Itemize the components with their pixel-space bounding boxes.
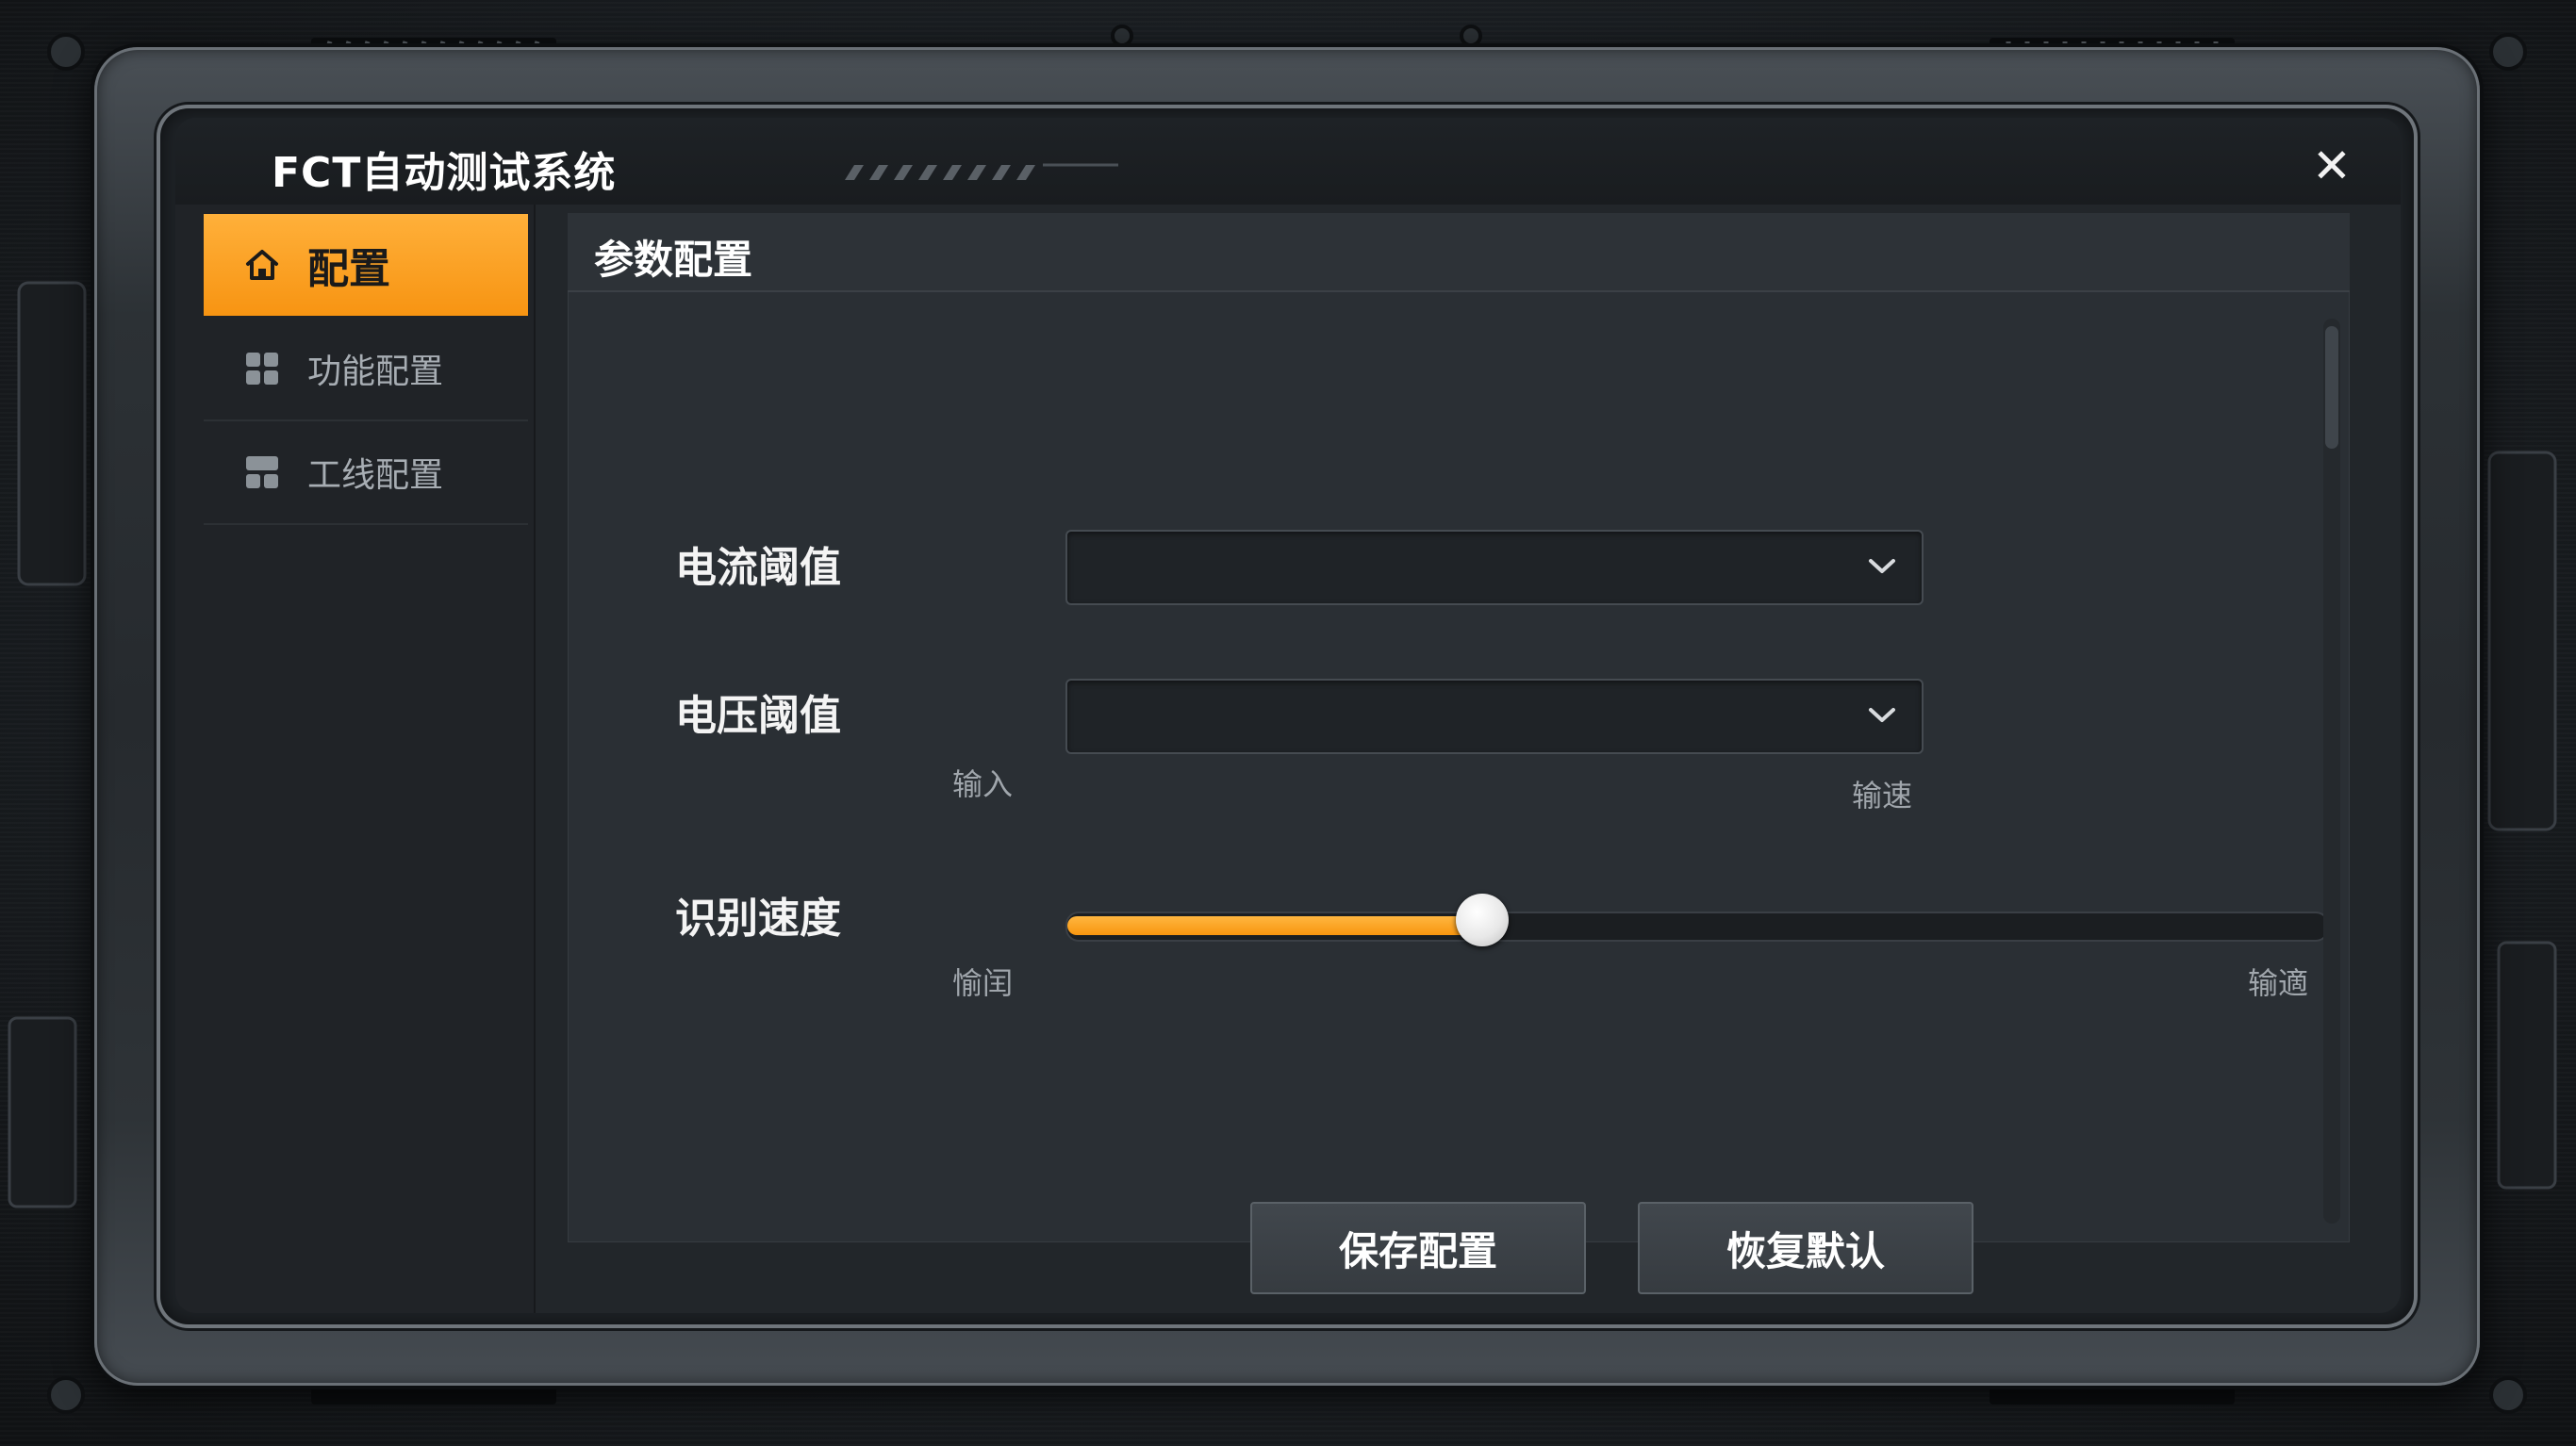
- panel-title: 参数配置: [594, 237, 753, 283]
- recognition-speed-slider-handle[interactable]: [1456, 894, 1509, 946]
- title-bar: FCT自动测试系统 ✕: [175, 118, 2401, 205]
- voltage-threshold-label: 电压阈值: [675, 692, 841, 740]
- restore-defaults-button[interactable]: 恢复默认: [1638, 1202, 1973, 1294]
- chevron-down-icon: [1869, 559, 1895, 573]
- home-icon: [243, 246, 281, 284]
- layout-icon: [243, 453, 281, 491]
- sidebar-item-line-config[interactable]: 工线配置: [204, 421, 528, 525]
- speed-hint-right: 输適: [2248, 965, 2309, 1001]
- grid-icon: [243, 350, 281, 387]
- sidebar-item-config[interactable]: 配置: [204, 214, 528, 316]
- app-window: FCT自动测试系统 ✕ 配置 功能配置 工线配置 参数配置 电流阈值 电压阈值 …: [175, 118, 2401, 1313]
- window-title: FCT自动测试系统: [272, 149, 617, 197]
- current-threshold-select[interactable]: [1065, 530, 1924, 605]
- sidebar-item-label: 功能配置: [307, 353, 444, 391]
- voltage-hint-left: 输入: [952, 766, 1014, 802]
- current-threshold-label: 电流阈值: [675, 544, 841, 592]
- recognition-speed-label: 识别速度: [675, 895, 841, 943]
- close-button[interactable]: ✕: [2301, 135, 2363, 197]
- save-config-button[interactable]: 保存配置: [1250, 1202, 1586, 1294]
- voltage-hint-right: 输速: [1852, 778, 1913, 813]
- sidebar-item-label: 工线配置: [307, 456, 444, 495]
- sidebar: 配置 功能配置 工线配置: [175, 205, 536, 1313]
- speed-hint-left: 愉闰: [952, 965, 1014, 1001]
- recognition-speed-slider-fill: [1067, 916, 1482, 935]
- chevron-down-icon: [1869, 708, 1895, 722]
- sidebar-item-function-config[interactable]: 功能配置: [204, 318, 528, 421]
- sidebar-item-label: 配置: [307, 245, 390, 293]
- voltage-threshold-select[interactable]: [1065, 679, 1924, 754]
- title-stripes-decoration: [845, 163, 1118, 180]
- panel-header: 参数配置: [568, 213, 2350, 292]
- parameter-config-panel: 参数配置 电流阈值 电压阈值 输入 输速 识别速度 愉闰 输適 保存配置 恢复默…: [568, 213, 2350, 1294]
- scrollbar-thumb[interactable]: [2325, 326, 2338, 449]
- close-icon: ✕: [2312, 139, 2352, 193]
- scrollbar[interactable]: [2323, 319, 2340, 1224]
